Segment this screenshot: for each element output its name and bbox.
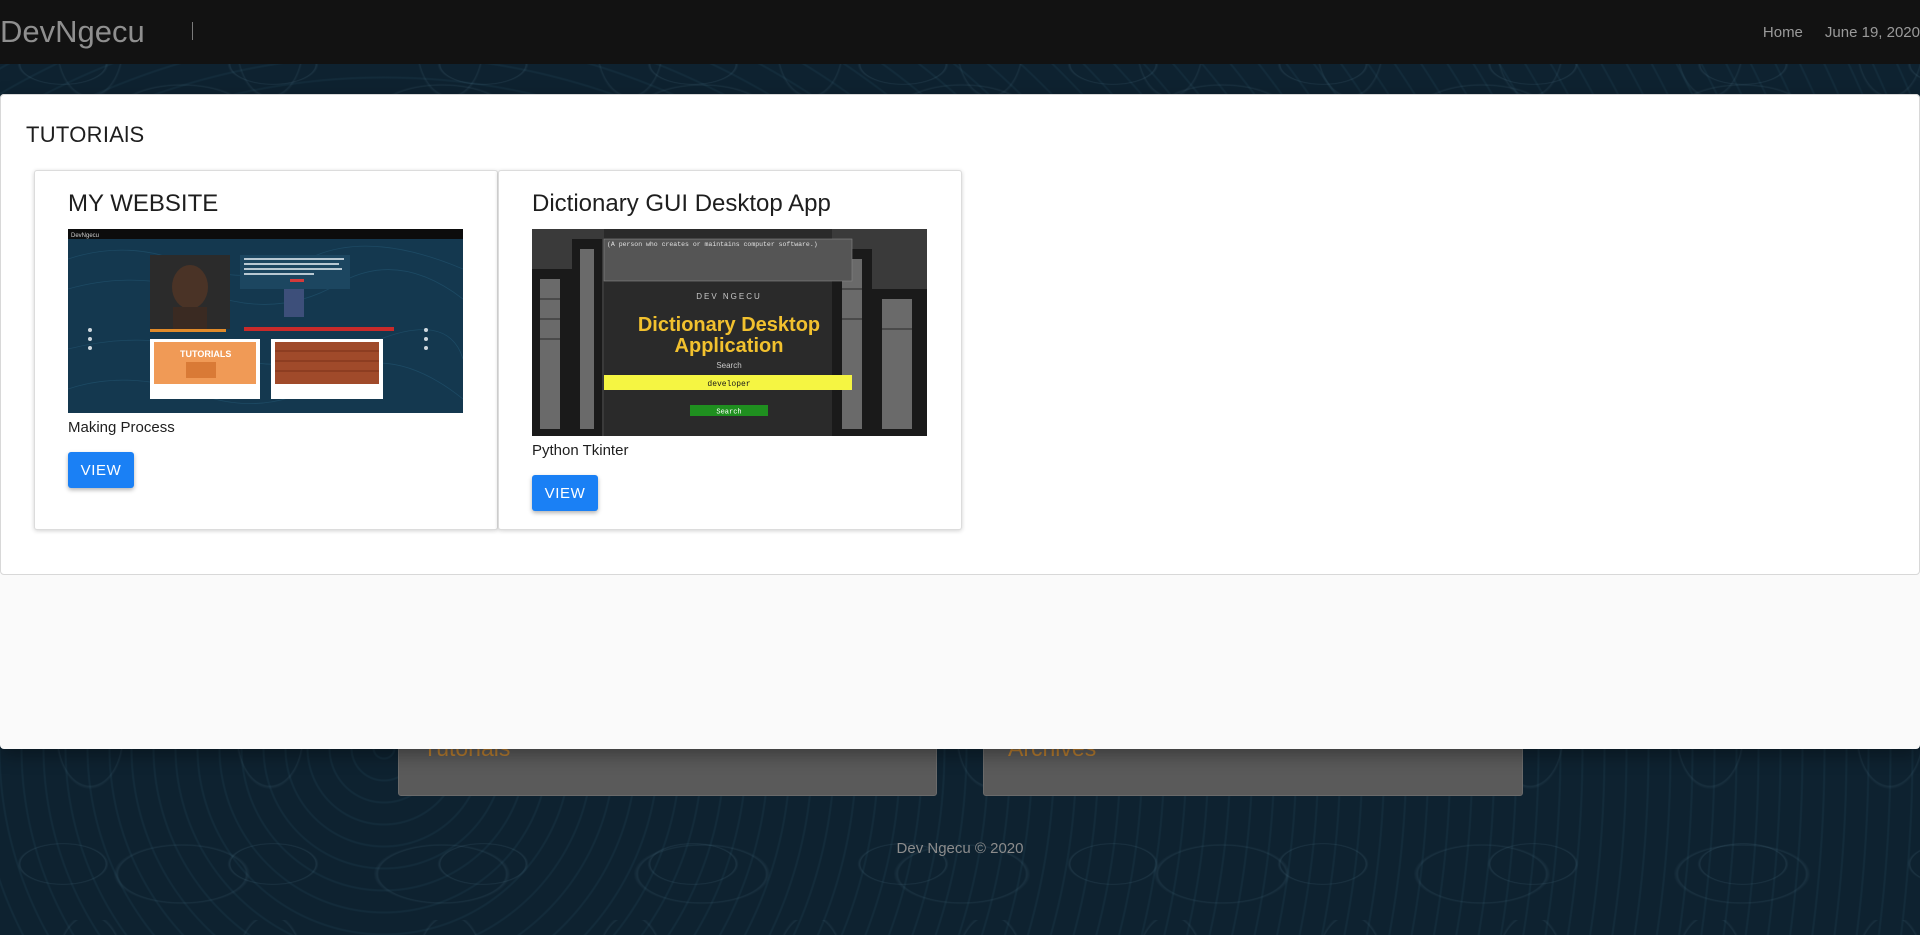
dictionary-thumbnail-image: (A person who creates or maintains compu… <box>532 229 927 436</box>
thumb-brand: DevNgecu <box>71 233 99 239</box>
tutorial-card-dictionary: Dictionary GUI Desktop App (A person who… <box>498 170 962 530</box>
thumb-search-button: Search <box>716 409 741 417</box>
thumb-headline-2: Application <box>675 335 784 357</box>
thumb-input-value: developer <box>707 380 750 389</box>
website-thumbnail-image: DevNgecu TUTORIALS <box>68 229 463 413</box>
card-title: MY WEBSITE <box>68 190 219 217</box>
thumb-caption: DEV NGECU <box>696 292 762 301</box>
thumb-banner: TUTORIALS <box>180 349 231 359</box>
dictionary-thumbnail: (A person who creates or maintains compu… <box>532 229 927 436</box>
nav-home-link[interactable]: Home <box>1763 24 1803 41</box>
footer-copyright: Dev Ngecu © 2020 <box>896 840 1024 857</box>
thumb-headline-1: Dictionary Desktop <box>638 314 820 336</box>
nav-date: June 19, 2020 <box>1824 23 1920 41</box>
thumb-search-label: Search <box>716 361 741 370</box>
tutorials-modal: TUTORIAlS MY WEBSITE DevNgecu TUTORIALS … <box>0 94 1920 749</box>
nav-divider <box>192 22 193 40</box>
card-subtitle: Python Tkinter <box>532 442 629 459</box>
card-subtitle: Making Process <box>68 419 175 436</box>
tutorial-card-website: MY WEBSITE DevNgecu TUTORIALS Making Pro… <box>34 170 498 530</box>
section-title: TUTORIAlS <box>26 122 145 147</box>
thumb-top-text: (A person who creates or maintains compu… <box>607 241 818 248</box>
navbar: DevNgecu Home June 19, 2020 <box>0 0 1920 64</box>
view-dictionary-button[interactable]: VIEW <box>532 475 598 511</box>
nav-links: Home June 19, 2020 <box>1763 0 1920 64</box>
tutorials-panel: TUTORIAlS MY WEBSITE DevNgecu TUTORIALS … <box>0 94 1920 575</box>
website-thumbnail: DevNgecu TUTORIALS <box>68 229 463 413</box>
brand-logo[interactable]: DevNgecu <box>0 0 145 64</box>
card-title: Dictionary GUI Desktop App <box>532 190 831 217</box>
view-website-button[interactable]: VIEW <box>68 452 134 488</box>
